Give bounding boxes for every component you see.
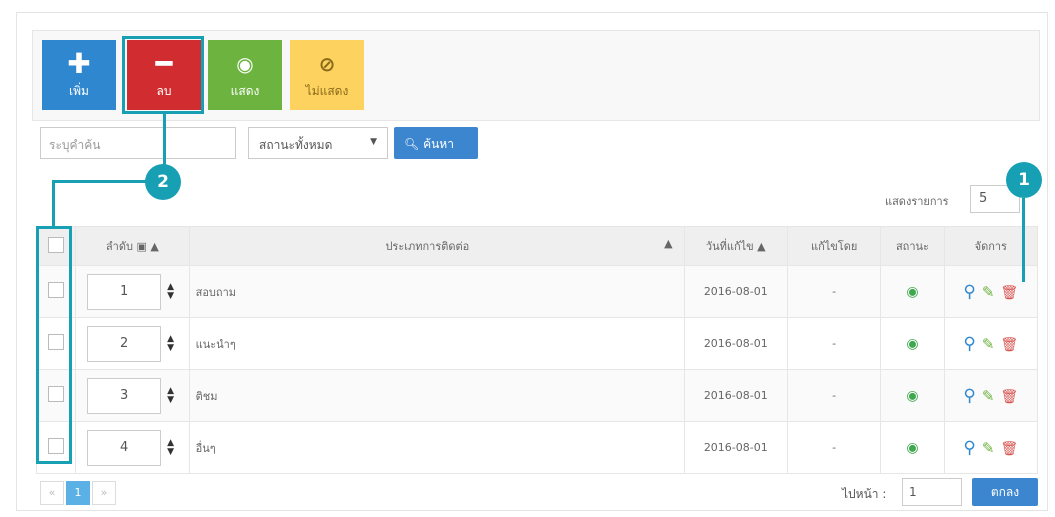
order-input[interactable]: 3	[87, 377, 162, 414]
trash-icon[interactable]: 🗑︎	[1000, 441, 1018, 457]
order-input[interactable]: 4	[87, 429, 162, 466]
type-cell: อื่นๆ	[188, 421, 685, 474]
goto-input[interactable]: 1	[902, 478, 962, 506]
order-input[interactable]: 1	[87, 273, 162, 310]
status-header: สถานะ	[880, 226, 945, 266]
date-cell: 2016-08-01	[683, 369, 788, 422]
caret-down-icon: ▼	[370, 137, 377, 147]
date-header[interactable]: วันที่แก้ไข ▲	[683, 226, 788, 266]
editor-cell: -	[786, 369, 882, 422]
view-icon[interactable]: ⚲	[963, 386, 975, 406]
hide-button[interactable]: ⊘ ไม่แสดง	[290, 40, 364, 110]
hide-label: ไม่แสดง	[305, 84, 349, 98]
pager-page[interactable]: 1	[66, 481, 90, 505]
callout-line	[1022, 198, 1025, 282]
sort-arrows-icon[interactable]: ▲ ▼	[167, 386, 174, 405]
eye-icon[interactable]: ◉	[906, 440, 918, 456]
callout-two: 2	[145, 164, 181, 200]
view-icon[interactable]: ⚲	[963, 438, 975, 458]
search-button-label: ค้นหา	[423, 137, 454, 151]
search-button[interactable]: 🔍︎ ค้นหา	[394, 127, 478, 159]
save-icon[interactable]: ▣	[136, 240, 146, 253]
edit-icon[interactable]: ✎	[982, 439, 995, 457]
perpage-label: แสดงรายการ	[885, 195, 949, 208]
type-header-label: ประเภทการติดต่อ	[385, 240, 470, 253]
date-cell: 2016-08-01	[683, 317, 788, 370]
checkbox-column-highlight	[36, 226, 72, 464]
goto-label: ไปหน้า :	[842, 487, 887, 501]
search-input[interactable]: ระบุคำค้น	[40, 127, 236, 159]
order-header[interactable]: ลำดับ ▣ ▲	[75, 226, 190, 266]
type-header[interactable]: ประเภทการติดต่อ ▲	[188, 226, 685, 266]
date-header-label: วันที่แก้ไข	[705, 240, 754, 253]
show-button[interactable]: ◉ แสดง	[208, 40, 282, 110]
editor-cell: -	[786, 265, 882, 318]
type-cell: แนะนำๆ	[188, 317, 685, 370]
view-icon[interactable]: ⚲	[963, 334, 975, 354]
edit-icon[interactable]: ✎	[982, 283, 995, 301]
show-label: แสดง	[230, 84, 260, 98]
type-cell: ติชม	[188, 369, 685, 422]
sort-up-icon: ▲	[150, 240, 159, 253]
view-icon[interactable]: ⚲	[963, 282, 975, 302]
table-row: 2 ▲ ▼ แนะนำๆ 2016-08-01 - ◉ ⚲ ✎ 🗑︎	[35, 317, 1039, 370]
pager-next[interactable]: »	[92, 481, 116, 505]
callout-line	[52, 180, 147, 183]
sort-arrows-icon[interactable]: ▲ ▼	[167, 282, 174, 301]
pagination: « 1 »	[40, 481, 116, 505]
callout-one: 1	[1006, 162, 1042, 198]
type-cell: สอบถาม	[188, 265, 685, 318]
callout-line	[52, 180, 55, 228]
status-select-value: สถานะทั้งหมด	[259, 138, 333, 152]
add-button[interactable]: ✚ เพิ่ม	[42, 40, 116, 110]
editor-header: แก้ไขโดย	[786, 226, 882, 266]
table-row: 3 ▲ ▼ ติชม 2016-08-01 - ◉ ⚲ ✎ 🗑︎	[35, 369, 1039, 422]
delete-button-highlight	[122, 36, 204, 114]
editor-cell: -	[786, 421, 882, 474]
eye-icon: ◉	[236, 52, 254, 76]
add-label: เพิ่ม	[69, 84, 89, 98]
trash-icon[interactable]: 🗑︎	[1000, 285, 1018, 301]
plus-icon: ✚	[67, 47, 91, 80]
trash-icon[interactable]: 🗑︎	[1000, 389, 1018, 405]
table-row: 1 ▲ ▼ สอบถาม 2016-08-01 - ◉ ⚲ ✎ 🗑︎	[35, 265, 1039, 318]
status-select[interactable]: สถานะทั้งหมด ▼	[248, 127, 388, 159]
editor-cell: -	[786, 317, 882, 370]
eye-icon[interactable]: ◉	[906, 388, 918, 404]
pager-prev[interactable]: «	[40, 481, 64, 505]
edit-icon[interactable]: ✎	[982, 387, 995, 405]
edit-icon[interactable]: ✎	[982, 335, 995, 353]
eye-slash-icon: ⊘	[318, 52, 336, 76]
trash-icon[interactable]: 🗑︎	[1000, 337, 1018, 353]
sort-up-icon: ▲	[664, 237, 673, 250]
sort-arrows-icon[interactable]: ▲ ▼	[167, 334, 174, 353]
order-header-label: ลำดับ	[105, 240, 133, 253]
data-table: ลำดับ ▣ ▲ ประเภทการติดต่อ ▲ วันที่แก้ไข …	[35, 226, 1039, 474]
date-cell: 2016-08-01	[683, 421, 788, 474]
search-icon: 🔍︎	[404, 137, 420, 151]
eye-icon[interactable]: ◉	[906, 336, 918, 352]
goto-ok-button[interactable]: ตกลง	[972, 478, 1038, 506]
sort-up-icon: ▲	[757, 240, 766, 253]
table-row: 4 ▲ ▼ อื่นๆ 2016-08-01 - ◉ ⚲ ✎ 🗑︎	[35, 421, 1039, 474]
eye-icon[interactable]: ◉	[906, 284, 918, 300]
order-input[interactable]: 2	[87, 325, 162, 362]
date-cell: 2016-08-01	[683, 265, 788, 318]
sort-arrows-icon[interactable]: ▲ ▼	[167, 438, 174, 457]
